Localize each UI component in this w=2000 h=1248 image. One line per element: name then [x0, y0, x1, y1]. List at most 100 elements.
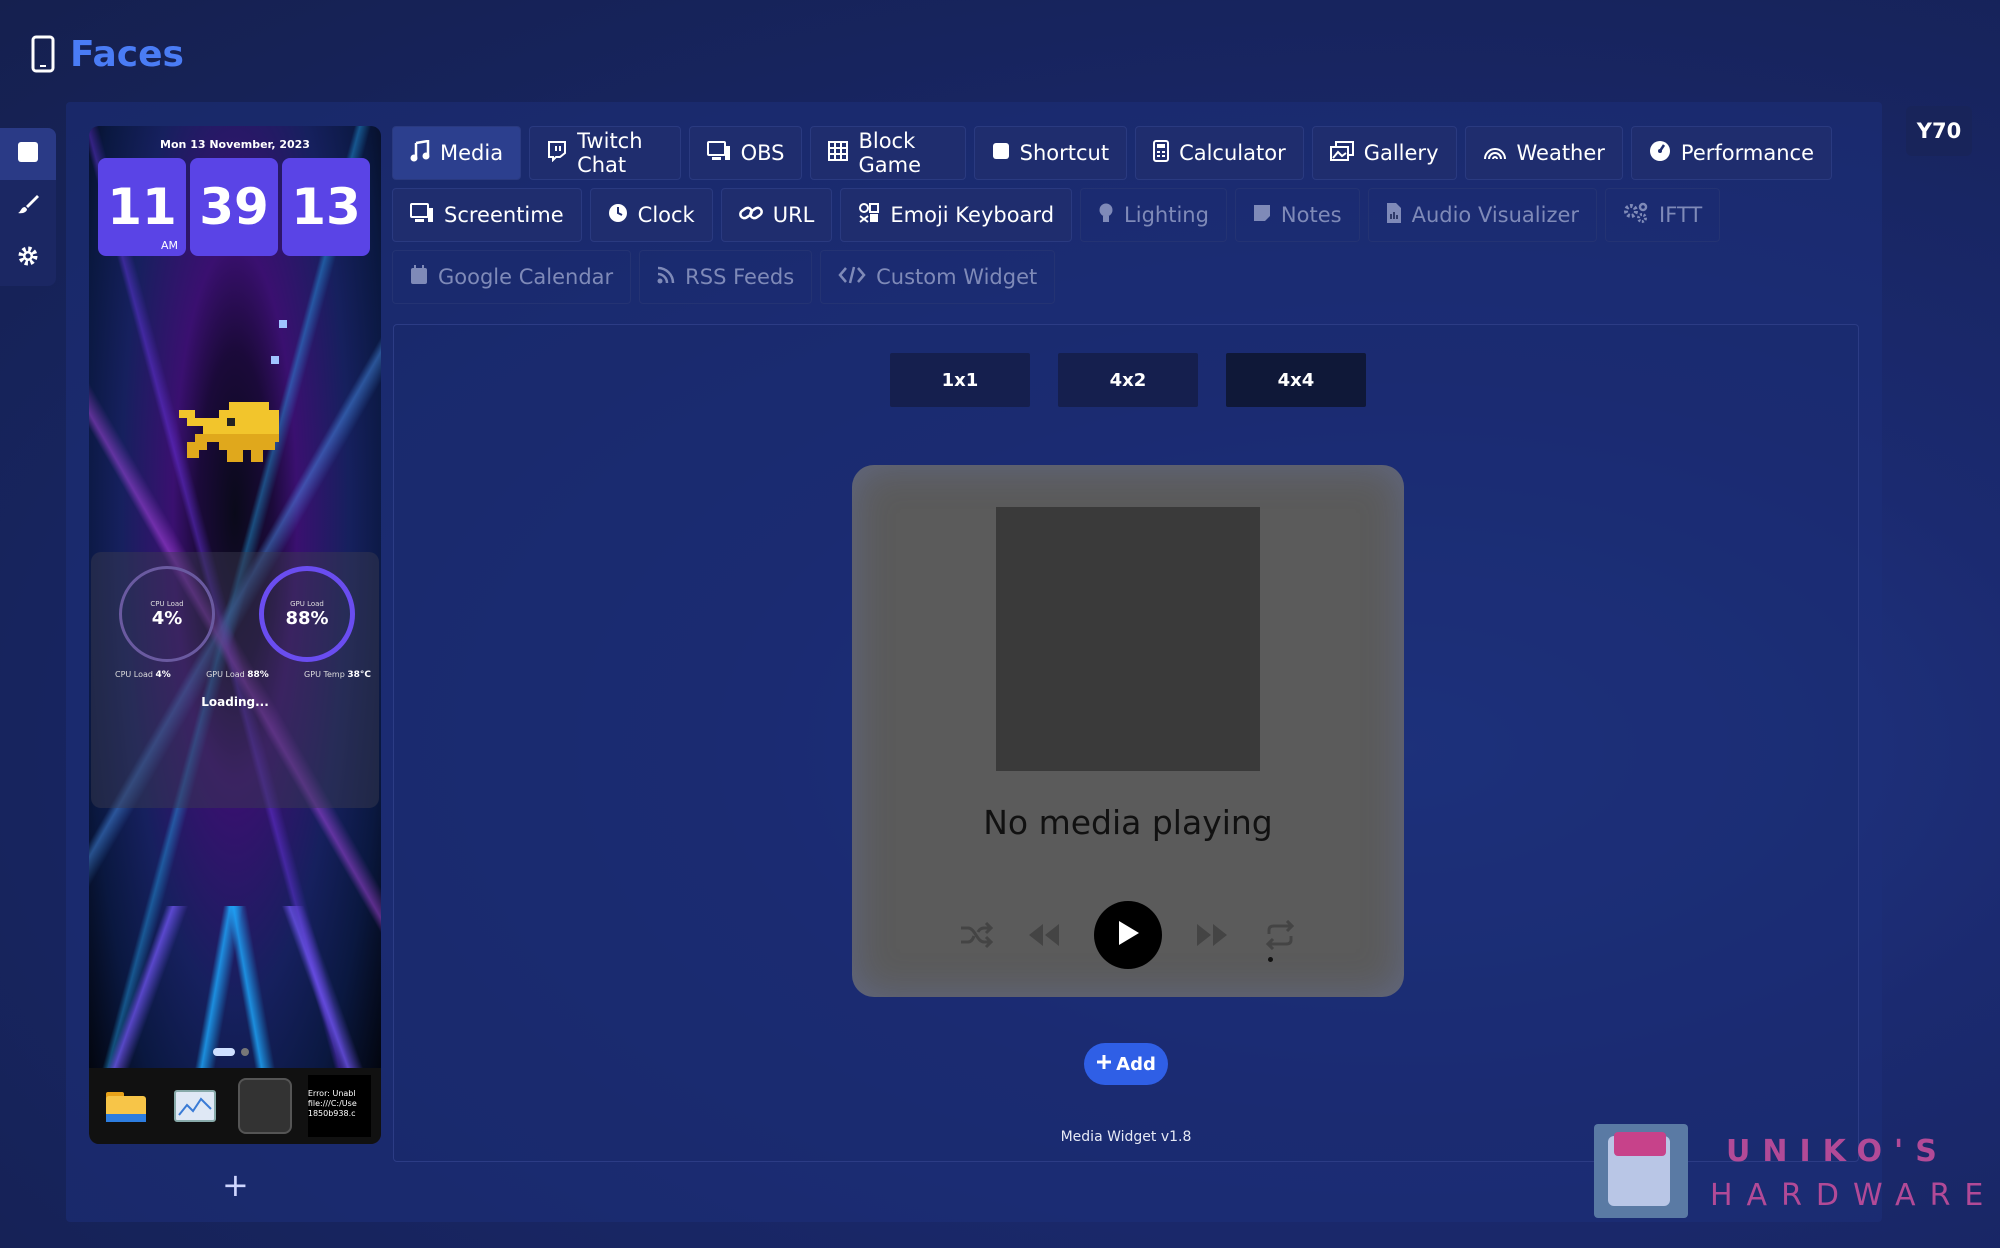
blank-app-tile[interactable] — [238, 1078, 292, 1134]
square-icon — [17, 141, 39, 167]
repeat-indicator-dot — [1268, 957, 1273, 962]
tab-lighting[interactable]: Lighting — [1080, 188, 1227, 242]
monitor-chart-icon[interactable] — [169, 1078, 223, 1134]
tab-row: Google Calendar RSS Feeds Custom Widget — [392, 250, 1832, 304]
widget-tabs: Media Twitch Chat OBS Block Game Shortcu… — [392, 126, 1832, 312]
media-controls — [852, 901, 1404, 969]
preview-date: Mon 13 November, 2023 — [160, 138, 310, 151]
add-widget-button[interactable]: Add — [1084, 1043, 1168, 1085]
tab-google-calendar[interactable]: Google Calendar — [392, 250, 632, 304]
play-button[interactable] — [1094, 901, 1162, 969]
play-icon — [1115, 919, 1141, 951]
square-tool-button[interactable] — [0, 128, 56, 180]
watermark-logo — [1594, 1124, 1688, 1218]
brush-icon — [17, 193, 39, 219]
monitor-icon — [410, 202, 434, 228]
page-indicator[interactable] — [213, 1048, 249, 1056]
tab-row: Media Twitch Chat OBS Block Game Shortcu… — [392, 126, 1832, 180]
tab-clock[interactable]: Clock — [589, 188, 713, 242]
pixel-sprite — [279, 320, 287, 328]
gears-icon — [1623, 202, 1649, 229]
size-4x2-button[interactable]: 4x2 — [1058, 353, 1198, 407]
app-header: Faces — [30, 30, 184, 78]
tab-ifft[interactable]: IFTT — [1605, 188, 1721, 242]
link-icon — [738, 203, 763, 228]
music-icon — [410, 139, 430, 167]
face-preview[interactable]: Mon 13 November, 2023 11 AM 39 13 CPU Loa… — [89, 126, 381, 1144]
tab-audio-visualizer[interactable]: Audio Visualizer — [1367, 188, 1598, 242]
watermark-line2: HARDWARE — [1710, 1178, 1998, 1213]
watermark-line1: UNIKO'S — [1726, 1134, 1949, 1169]
clock-hour: 11 AM — [98, 158, 186, 256]
page-dot[interactable] — [213, 1048, 235, 1056]
dock-error-text: Error: Unabl file:///C:/Use 1850b938.c — [307, 1075, 371, 1137]
media-widget-preview: No media playing — [852, 465, 1404, 997]
calendar-icon — [410, 264, 428, 290]
folder-icon[interactable] — [99, 1078, 153, 1134]
images-icon — [1329, 140, 1354, 166]
rewind-icon[interactable] — [1026, 917, 1062, 953]
calculator-icon — [1153, 139, 1170, 167]
tab-calculator[interactable]: Calculator — [1135, 126, 1304, 180]
rss-icon — [657, 265, 675, 289]
tab-gallery[interactable]: Gallery — [1311, 126, 1457, 180]
cpu-gauge: CPU Load 4% — [119, 566, 215, 662]
gear-icon — [16, 244, 40, 272]
size-1x1-button[interactable]: 1x1 — [890, 353, 1030, 407]
pixel-sprite — [271, 356, 279, 364]
tab-twitch-chat[interactable]: Twitch Chat — [529, 126, 681, 180]
tab-url[interactable]: URL — [720, 188, 833, 242]
gauge-icon — [1649, 140, 1671, 167]
gpu-gauge: GPU Load 88% — [259, 566, 355, 662]
phone-icon — [30, 34, 56, 74]
bulb-icon — [1098, 202, 1114, 229]
size-4x4-button[interactable]: 4x4 — [1226, 353, 1366, 407]
add-face-button[interactable]: + — [222, 1166, 249, 1204]
tab-emoji-keyboard[interactable]: Emoji Keyboard — [840, 188, 1073, 242]
page-dot[interactable] — [241, 1048, 249, 1056]
tab-rss-feeds[interactable]: RSS Feeds — [639, 250, 813, 304]
clock-digits: 11 AM 39 13 — [98, 158, 370, 256]
widget-editor: 1x1 4x2 4x4 No media playing Add Media W… — [393, 324, 1859, 1162]
fast-forward-icon[interactable] — [1194, 917, 1230, 953]
tab-notes[interactable]: Notes — [1234, 188, 1360, 242]
clock-icon — [608, 203, 628, 228]
clock-second: 13 — [282, 158, 370, 256]
tab-row: Screentime Clock URL Emoji Keyboard Ligh… — [392, 188, 1832, 242]
clock-minute: 39 — [190, 158, 278, 256]
monitor-icon — [706, 140, 731, 166]
side-toolbar — [0, 128, 56, 286]
gauge-stats: CPU Load 4% GPU Load 88% GPU Temp 38°C — [115, 670, 371, 680]
clock-ampm: AM — [160, 239, 178, 252]
square-icon — [992, 141, 1010, 165]
brush-tool-button[interactable] — [0, 180, 56, 232]
tab-performance[interactable]: Performance — [1630, 126, 1832, 180]
emoji-icon — [858, 202, 880, 229]
app-dock: Error: Unabl file:///C:/Use 1850b938.c — [89, 1068, 381, 1144]
pixel-fish-icon — [179, 402, 279, 462]
rainbow-icon — [1483, 141, 1507, 165]
media-status: No media playing — [983, 803, 1273, 842]
tab-media[interactable]: Media — [392, 126, 522, 180]
album-art — [996, 507, 1260, 771]
audio-file-icon — [1386, 202, 1402, 229]
tab-block-game[interactable]: Block Game — [810, 126, 966, 180]
size-selector: 1x1 4x2 4x4 — [890, 353, 1366, 407]
repeat-icon[interactable] — [1262, 917, 1298, 953]
grid-icon — [828, 140, 849, 166]
tab-screentime[interactable]: Screentime — [392, 188, 582, 242]
tab-weather[interactable]: Weather — [1464, 126, 1623, 180]
tab-obs[interactable]: OBS — [688, 126, 803, 180]
code-icon — [838, 265, 866, 289]
tab-custom-widget[interactable]: Custom Widget — [820, 250, 1056, 304]
shuffle-icon[interactable] — [958, 917, 994, 953]
plus-icon — [1096, 1054, 1112, 1075]
loading-text: Loading... — [201, 695, 269, 709]
tab-shortcut[interactable]: Shortcut — [973, 126, 1128, 180]
twitch-icon — [547, 140, 567, 167]
watermark: UNIKO'S HARDWARE — [1594, 1124, 1983, 1218]
page-title: Faces — [70, 33, 184, 75]
note-icon — [1253, 203, 1271, 227]
device-badge[interactable]: Y70 — [1906, 106, 1972, 156]
settings-tool-button[interactable] — [0, 232, 56, 284]
